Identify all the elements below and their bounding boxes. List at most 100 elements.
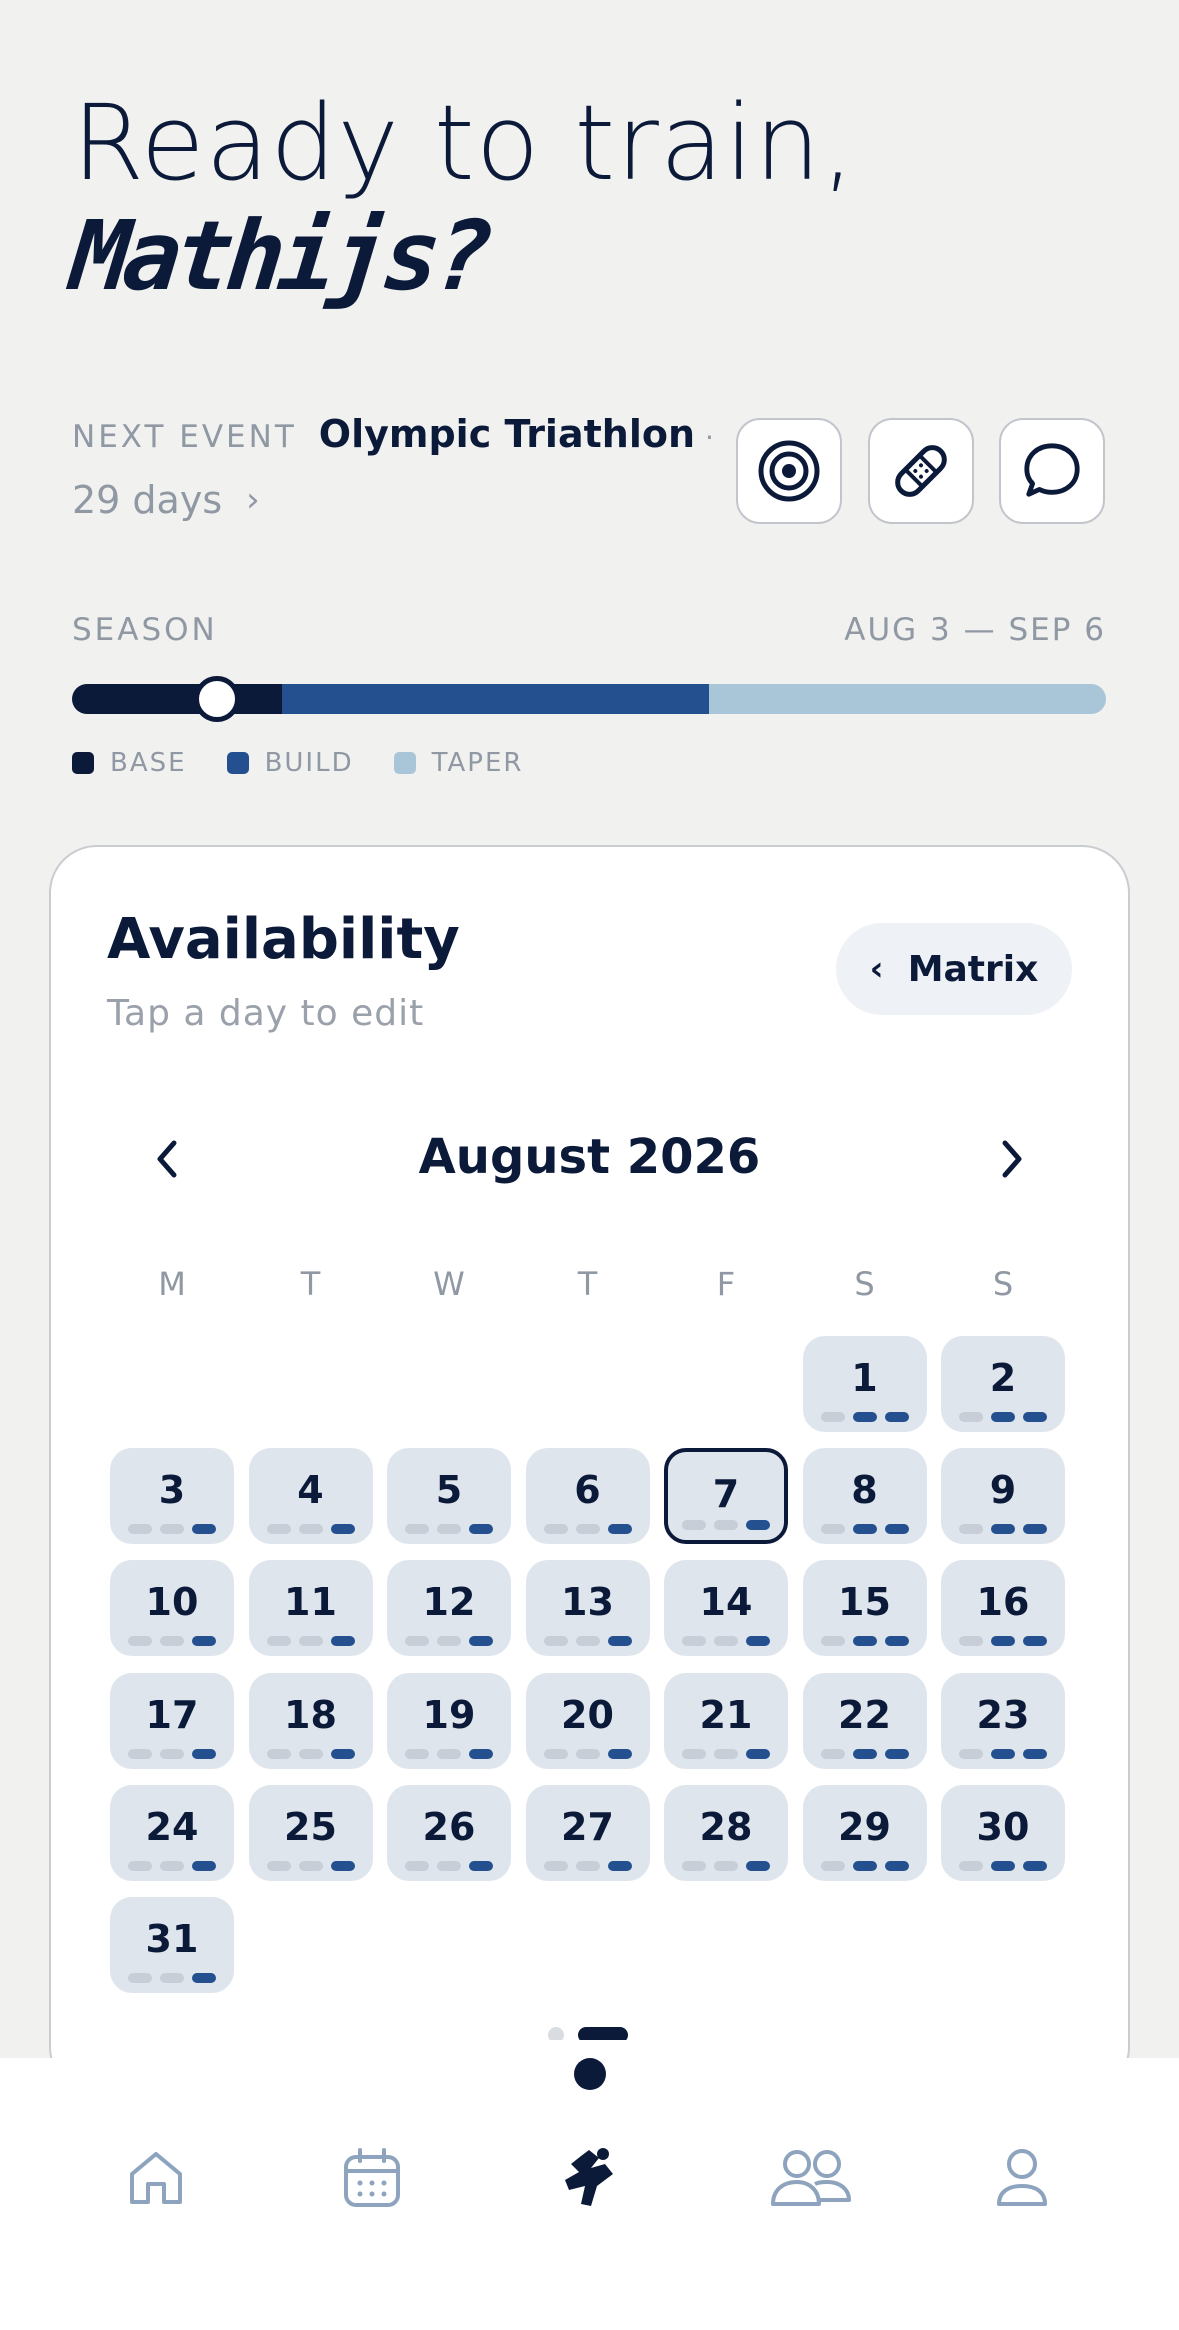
weekday-label: F (716, 1265, 736, 1303)
slot-unavailable (820, 1636, 845, 1647)
availability-slots (664, 1636, 788, 1647)
calendar-day[interactable]: 6 (525, 1448, 650, 1545)
slot-available (607, 1636, 632, 1647)
calendar-day[interactable]: 5 (387, 1448, 511, 1545)
calendar-day[interactable]: 2 (941, 1336, 1065, 1432)
calendar-day[interactable]: 28 (664, 1784, 788, 1881)
slot-unavailable (298, 1636, 323, 1647)
slot-available (884, 1524, 909, 1535)
availability-card: Availability Tap a day to edit ‹ Matrix … (49, 845, 1130, 2095)
availability-slots (526, 1524, 650, 1535)
profile-icon (997, 2149, 1047, 2206)
day-number: 22 (838, 1692, 891, 1737)
slot-unavailable (128, 1973, 152, 1983)
slot-available (1023, 1412, 1047, 1422)
day-number: 18 (284, 1692, 337, 1737)
slot-available (852, 1748, 877, 1759)
slot-available (852, 1524, 877, 1535)
calendar-day[interactable]: 15 (802, 1560, 927, 1657)
calendar-day[interactable]: 22 (802, 1672, 927, 1769)
next-event-countdown: 29 days (72, 478, 223, 522)
slot-unavailable (575, 1636, 600, 1647)
availability-slots (249, 1636, 373, 1647)
calendar-day[interactable]: 12 (387, 1560, 511, 1657)
day-number: 10 (145, 1580, 199, 1625)
calendar-day[interactable]: 7 (664, 1448, 788, 1545)
day-number: 25 (284, 1804, 337, 1849)
calendar-day[interactable]: 24 (110, 1784, 234, 1881)
goals-button[interactable] (736, 418, 842, 524)
calendar-day[interactable]: 16 (941, 1560, 1065, 1657)
day-number: 3 (158, 1468, 186, 1513)
slot-available (469, 1636, 493, 1647)
slot-unavailable (405, 1860, 429, 1871)
chevron-right-icon (1002, 1140, 1022, 1178)
calendar-day[interactable]: 8 (802, 1448, 927, 1545)
availability-slots (387, 1636, 511, 1647)
next-event-name: Olympic Triathlon (318, 412, 695, 456)
calendar-day[interactable]: 9 (941, 1448, 1065, 1545)
slot-unavailable (959, 1748, 983, 1759)
target-icon (758, 440, 820, 502)
calendar-day[interactable]: 30 (941, 1784, 1065, 1881)
slot-available (192, 1636, 216, 1647)
calendar-day[interactable]: 17 (110, 1672, 234, 1769)
tab-training[interactable] (549, 2138, 629, 2218)
calendar-day[interactable]: 11 (248, 1560, 373, 1657)
slot-unavailable (266, 1860, 291, 1871)
legend-swatch (72, 752, 94, 774)
day-number: 21 (699, 1692, 753, 1737)
weekday-label: T (300, 1265, 321, 1303)
calendar-day[interactable]: 10 (110, 1560, 234, 1657)
availability-slots (387, 1748, 511, 1759)
slot-available (991, 1748, 1015, 1759)
tab-profile[interactable] (982, 2138, 1062, 2218)
slot-unavailable (820, 1524, 845, 1535)
availability-slots (387, 1524, 511, 1535)
availability-slots (110, 1860, 234, 1871)
calendar-day[interactable]: 27 (525, 1784, 650, 1881)
calendar-day[interactable]: 18 (248, 1672, 373, 1769)
calendar-day[interactable]: 21 (664, 1672, 788, 1769)
chat-button[interactable] (999, 418, 1105, 524)
slot-available (852, 1412, 877, 1422)
calendar-day[interactable]: 14 (664, 1560, 788, 1657)
tab-calendar[interactable] (332, 2138, 412, 2218)
calendar-day[interactable]: 31 (110, 1897, 234, 1993)
day-number: 19 (422, 1692, 476, 1737)
injury-button[interactable] (868, 418, 974, 524)
calendar-day[interactable]: 1 (802, 1336, 927, 1432)
season-slider-thumb[interactable] (193, 676, 240, 722)
availability-slots (803, 1748, 927, 1759)
slot-available (192, 1860, 216, 1871)
greeting-name: Mathijs? (66, 200, 493, 312)
month-title: August 2026 (418, 1129, 761, 1185)
calendar-day[interactable]: 25 (248, 1784, 373, 1881)
calendar-day[interactable]: 4 (248, 1448, 373, 1545)
next-event[interactable]: NEXT EVENT Olympic Triathlon · 29 days › (72, 412, 714, 522)
next-month-button[interactable] (982, 1129, 1042, 1189)
tab-community[interactable] (766, 2138, 856, 2218)
calendar-day[interactable]: 13 (525, 1560, 650, 1657)
availability-slots (526, 1860, 650, 1871)
day-number: 12 (422, 1580, 476, 1625)
slot-unavailable (820, 1748, 845, 1759)
calendar-day[interactable]: 19 (387, 1672, 511, 1769)
slot-available (884, 1860, 909, 1871)
calendar-day[interactable]: 23 (941, 1672, 1065, 1769)
matrix-button[interactable]: ‹ Matrix (836, 923, 1072, 1015)
slot-available (1023, 1524, 1047, 1535)
calendar-day[interactable]: 29 (802, 1784, 927, 1881)
tab-home[interactable] (116, 2138, 196, 2218)
calendar-day[interactable]: 3 (110, 1448, 234, 1545)
slot-unavailable (128, 1748, 152, 1759)
slot-unavailable (714, 1520, 738, 1531)
availability-slots (526, 1636, 650, 1647)
slot-available (469, 1860, 493, 1871)
slot-available (884, 1412, 909, 1422)
availability-slots (803, 1860, 927, 1871)
day-number: 20 (561, 1692, 614, 1737)
chevron-left-icon: ‹ (869, 949, 884, 989)
calendar-day[interactable]: 26 (387, 1784, 511, 1881)
calendar-day[interactable]: 20 (525, 1672, 650, 1769)
